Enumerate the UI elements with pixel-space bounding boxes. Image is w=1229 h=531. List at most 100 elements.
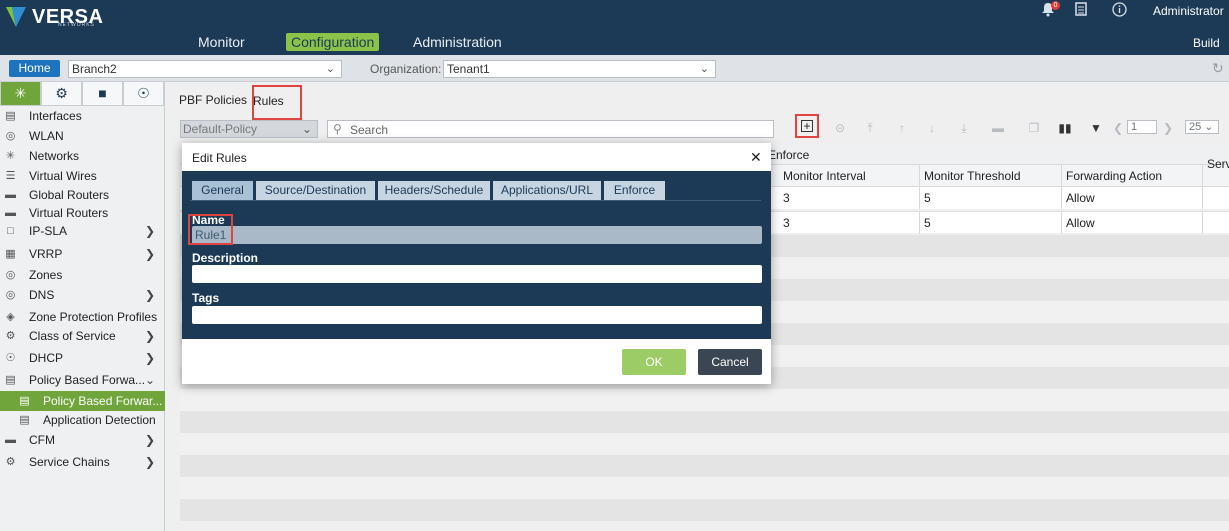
sidebar-item-policy-based-forwarding[interactable]: ▤ Policy Based Forwa... ⌄ xyxy=(0,370,165,390)
sidebar-item-label: Class of Service xyxy=(29,329,116,343)
tasks-list-icon[interactable] xyxy=(1073,2,1089,18)
sidebar-item-label: WLAN xyxy=(29,129,64,143)
cell-monitor-threshold: 5 xyxy=(920,187,1062,209)
next-page-icon[interactable]: ❯ xyxy=(1161,121,1175,135)
page-number-input[interactable]: 1 xyxy=(1127,120,1157,134)
comment-icon[interactable]: ▬ xyxy=(991,121,1005,135)
tab-general[interactable]: General xyxy=(192,181,253,200)
network-icon[interactable]: ✳ xyxy=(0,82,41,106)
sidebar-item-ip-sla[interactable]: □ IP-SLA ❯ xyxy=(0,221,165,241)
sidebar-item-wlan[interactable]: ◎ WLAN xyxy=(0,126,165,146)
sidebar-item-policy-based-forwarding-policies[interactable]: ▤ Policy Based Forwar... xyxy=(0,391,165,411)
previous-page-icon[interactable]: ❮ xyxy=(1111,121,1125,135)
sidebar-item-zone-protection-profiles[interactable]: ◈ Zone Protection Profiles xyxy=(0,307,165,327)
clone-icon[interactable]: ❐ xyxy=(1027,121,1041,135)
sidebar-item-dns[interactable]: ◎ DNS ❯ xyxy=(0,285,165,305)
columns-icon[interactable]: ▮▮ xyxy=(1058,121,1072,135)
cancel-button[interactable]: Cancel xyxy=(698,349,762,375)
column-forwarding-action[interactable]: Forwarding Action xyxy=(1062,165,1203,187)
sidebar-item-dhcp[interactable]: ☉ DHCP ❯ xyxy=(0,348,165,368)
sidebar-item-interfaces[interactable]: ▤ Interfaces xyxy=(0,106,165,126)
filter-icon[interactable]: ▼ xyxy=(1089,121,1103,135)
home-button[interactable]: Home xyxy=(9,60,60,77)
cell-forwarding-action: Allow xyxy=(1062,187,1203,209)
sidebar-item-label: Virtual Wires xyxy=(29,169,97,183)
tab-enforce[interactable]: Enforce xyxy=(604,181,665,200)
empty-row xyxy=(180,389,1229,411)
gear-icon[interactable]: ⚙ xyxy=(41,82,82,106)
name-field-highlight xyxy=(188,214,233,245)
chevron-right-icon: ❯ xyxy=(145,329,156,343)
move-bottom-icon[interactable]: ⤓ xyxy=(957,121,971,135)
wlan-icon: ◎ xyxy=(5,130,16,142)
column-monitor-threshold[interactable]: Monitor Threshold xyxy=(920,165,1062,187)
dns-icon: ◎ xyxy=(5,289,16,301)
sidebar-item-zones[interactable]: ◎ Zones xyxy=(0,265,165,285)
tab-source-destination[interactable]: Source/Destination xyxy=(256,181,375,200)
sidebar: ✳ ⚙ ■ ☉ ▤ Interfaces ◎ WLAN ✳ Networks ☰ Vir… xyxy=(0,82,165,531)
cube-icon[interactable]: ■ xyxy=(82,82,123,106)
chevron-right-icon: ❯ xyxy=(145,351,156,365)
refresh-icon[interactable]: ↻ xyxy=(1212,60,1224,77)
sidebar-item-class-of-service[interactable]: ⚙ Class of Service ❯ xyxy=(0,326,165,346)
sidebar-item-label: CFM xyxy=(29,433,55,447)
close-icon[interactable]: ✕ xyxy=(750,149,762,166)
move-down-icon[interactable]: ↓ xyxy=(925,121,939,135)
sidebar-item-vrrp[interactable]: ▦ VRRP ❯ xyxy=(0,244,165,264)
service-chain-icon: ⚙ xyxy=(5,456,16,468)
info-icon[interactable] xyxy=(1111,2,1127,18)
column-monitor-interval[interactable]: Monitor Interval xyxy=(779,165,920,187)
tags-field[interactable] xyxy=(192,306,762,324)
sidebar-item-label: IP-SLA xyxy=(29,224,68,238)
description-field[interactable] xyxy=(192,265,762,283)
page-size-select[interactable]: 25 ⌄ xyxy=(1185,120,1219,134)
user-name: Administrator xyxy=(1153,4,1224,18)
add-rule-button[interactable]: + xyxy=(795,114,819,138)
sidebar-item-service-chains[interactable]: ⚙ Service Chains ❯ xyxy=(0,452,165,472)
search-input[interactable]: ⚲ Search xyxy=(327,120,774,138)
edit-rules-dialog: Edit Rules ✕ General Source/Destination … xyxy=(182,143,771,384)
sidebar-item-virtual-wires[interactable]: ☰ Virtual Wires xyxy=(0,166,165,186)
notifications-bell-icon[interactable]: 0 xyxy=(1040,1,1060,18)
search-icon: ⚲ xyxy=(333,122,342,136)
pbf-icon: ▤ xyxy=(5,374,16,386)
move-top-icon[interactable]: ⤒ xyxy=(863,121,877,135)
globe-gear-icon[interactable]: ☉ xyxy=(123,82,164,106)
remove-icon[interactable]: ⊝ xyxy=(833,121,847,135)
column-services[interactable]: Serv xyxy=(1203,153,1229,175)
zones-icon: ◎ xyxy=(5,269,16,281)
nav-configuration[interactable]: Configuration xyxy=(286,33,380,51)
user-menu[interactable]: Administrator ⌄ xyxy=(1153,4,1229,18)
sidebar-item-cfm[interactable]: ▬ CFM ❯ xyxy=(0,430,165,450)
move-up-icon[interactable]: ↑ xyxy=(895,121,909,135)
chevron-down-icon: ⌄ xyxy=(301,122,312,136)
organization-value: Tenant1 xyxy=(447,62,490,76)
sidebar-item-networks[interactable]: ✳ Networks xyxy=(0,146,165,166)
name-field[interactable]: Rule1 xyxy=(192,226,762,244)
top-header: VERSA NETWORKS Monitor Configuration Adm… xyxy=(0,0,1229,55)
search-placeholder: Search xyxy=(350,123,389,137)
virtual-wires-icon: ☰ xyxy=(5,170,16,182)
policy-select[interactable]: Default-Policy ⌄ xyxy=(180,120,318,138)
tab-pbf-policies[interactable]: PBF Policies xyxy=(179,93,247,107)
sidebar-item-label: Policy Based Forwa... xyxy=(29,373,146,387)
empty-row xyxy=(180,433,1229,455)
appliance-select[interactable]: Branch2 ⌄ xyxy=(68,60,342,78)
chevron-right-icon: ❯ xyxy=(145,455,156,469)
sidebar-item-virtual-routers[interactable]: ▬ Virtual Routers xyxy=(0,203,165,223)
dialog-title: Edit Rules xyxy=(192,151,247,165)
chevron-down-icon: ⌄ xyxy=(145,373,156,387)
notification-count-badge: 0 xyxy=(1051,1,1060,10)
dialog-body: General Source/Destination Headers/Sched… xyxy=(182,171,771,339)
appliance-value: Branch2 xyxy=(72,62,117,76)
sidebar-item-label: Networks xyxy=(29,149,80,163)
organization-select[interactable]: Tenant1 ⌄ xyxy=(443,60,716,78)
tab-applications-url[interactable]: Applications/URL xyxy=(493,181,601,200)
sidebar-item-application-detection[interactable]: ▤ Application Detection xyxy=(0,410,165,430)
nav-administration[interactable]: Administration xyxy=(413,33,502,51)
nav-monitor[interactable]: Monitor xyxy=(198,33,245,51)
sidebar-item-global-routers[interactable]: ▬ Global Routers xyxy=(0,185,165,205)
tab-headers-schedule[interactable]: Headers/Schedule xyxy=(378,181,490,200)
ok-button[interactable]: OK xyxy=(622,349,686,375)
rules-tab-highlight xyxy=(252,85,302,120)
